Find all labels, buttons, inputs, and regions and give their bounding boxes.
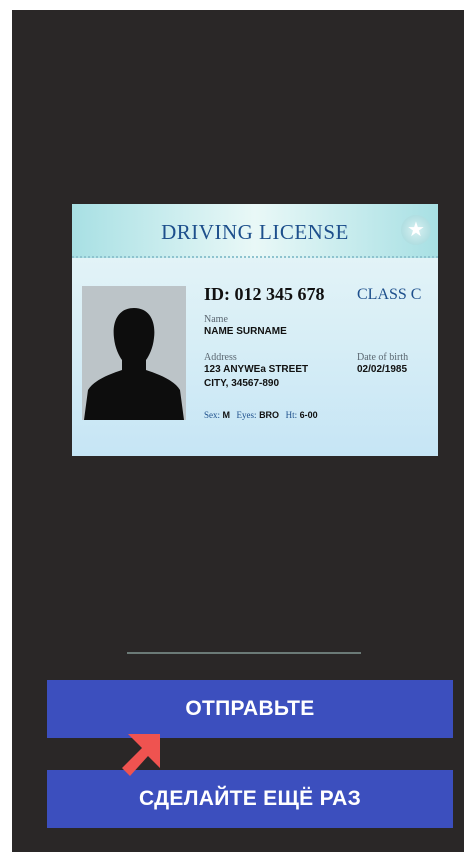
sex-value: M [222,410,231,420]
height-value: 6-00 [299,410,318,420]
address-line-2: CITY, 34567-890 [204,378,280,389]
license-class: CLASS C [357,286,422,303]
eyes-value: BRO [259,410,280,420]
sex-label: Sex: [204,410,221,420]
name-value: NAME SURNAME [204,326,287,337]
send-button[interactable]: ОТПРАВЬТЕ [47,680,453,738]
address-line-1: 123 ANYWEa STREET [204,364,309,375]
dob-value: 02/02/1985 [357,364,408,375]
scan-frame-divider [127,652,361,654]
name-label: Name [204,314,228,325]
person-silhouette-icon [82,286,186,420]
camera-preview-screen: DRIVING LICENSE ★ ID: 012 345 678 CLASS … [12,10,464,852]
pointer-arrow-icon [122,734,160,776]
eyes-label: Eyes: [236,410,257,420]
height-label: Ht: [285,410,298,420]
retake-button[interactable]: СДЕЛАЙТЕ ЕЩЁ РАЗ [47,770,453,828]
address-label: Address [204,352,237,363]
license-card-preview: DRIVING LICENSE ★ ID: 012 345 678 CLASS … [72,204,438,456]
physical-stats: Sex: M Eyes: BRO Ht: 6-00 [204,410,322,420]
license-card-header: DRIVING LICENSE ★ [72,204,438,258]
license-id-number: ID: 012 345 678 [204,284,325,304]
star-seal-icon: ★ [401,215,431,245]
dob-label: Date of birth [357,352,409,363]
license-card-title: DRIVING LICENSE [161,220,349,244]
